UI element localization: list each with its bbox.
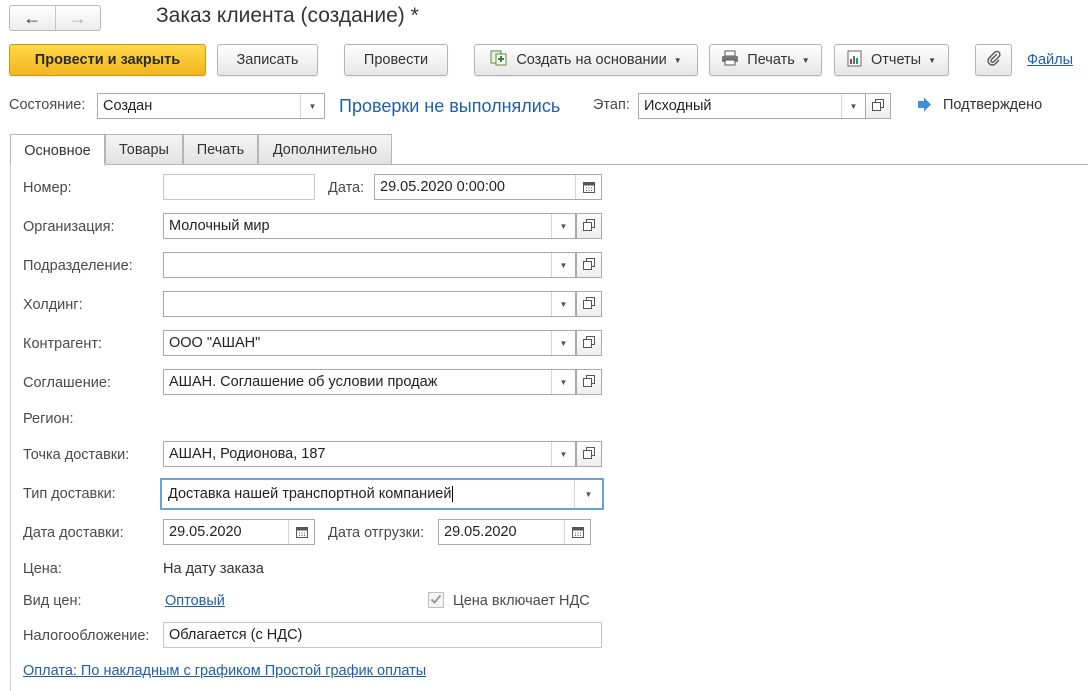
nav-buttons: ← → (9, 5, 101, 31)
number-label: Номер: (23, 180, 72, 196)
department-label: Подразделение: (23, 258, 133, 274)
dropdown-icon[interactable]: ▼ (574, 480, 602, 508)
number-input[interactable] (163, 174, 315, 200)
delivery-point-open-button[interactable] (576, 441, 602, 467)
agreement-label: Соглашение: (23, 375, 111, 391)
taxation-label: Налогообложение: (23, 628, 150, 644)
agreement-open-button[interactable] (576, 369, 602, 395)
partner-open-button[interactable] (576, 330, 602, 356)
tab-additional[interactable]: Дополнительно (258, 134, 392, 165)
create-based-on-button[interactable]: Создать на основании ▼ (474, 44, 698, 76)
price-label: Цена: (23, 561, 62, 577)
date-label: Дата: (328, 180, 365, 196)
price-type-label: Вид цен: (23, 593, 82, 609)
state-label: Состояние: (9, 97, 86, 113)
open-icon (583, 374, 595, 390)
holding-open-button[interactable] (576, 291, 602, 317)
department-select[interactable]: ▼ (163, 252, 576, 278)
arrow-left-icon: ← (23, 7, 42, 28)
open-icon (583, 218, 595, 234)
tab-main[interactable]: Основное (10, 134, 105, 166)
vat-included-checkbox[interactable] (428, 592, 444, 608)
open-icon (583, 257, 595, 273)
open-icon (872, 98, 884, 114)
dropdown-icon[interactable]: ▼ (841, 94, 865, 118)
shipment-date-label: Дата отгрузки: (328, 525, 425, 541)
payment-link[interactable]: Оплата: По накладным с графиком Простой … (23, 663, 426, 679)
arrow-right-blue-icon (917, 97, 932, 115)
checks-status-text: Проверки не выполнялись (339, 96, 561, 116)
partner-label: Контрагент: (23, 336, 102, 352)
delivery-type-label: Тип доставки: (23, 486, 116, 502)
attach-files-button[interactable] (975, 44, 1012, 76)
tab-print[interactable]: Печать (183, 134, 258, 165)
create-based-icon (490, 50, 508, 70)
window-title: Заказ клиента (создание) * (156, 4, 419, 27)
dropdown-icon[interactable]: ▼ (551, 253, 575, 277)
taxation-field: Облагается (с НДС) (163, 622, 602, 648)
paperclip-icon (986, 50, 1001, 70)
date-input[interactable]: 29.05.2020 0:00:00 (374, 174, 602, 200)
organization-label: Организация: (23, 219, 115, 235)
open-icon (583, 335, 595, 351)
forward-button[interactable]: → (56, 6, 101, 30)
delivery-point-select[interactable]: АШАН, Родионова, 187 ▼ (163, 441, 576, 467)
report-icon (847, 50, 863, 71)
files-link[interactable]: Файлы (1027, 52, 1073, 68)
organization-select[interactable]: Молочный мир ▼ (163, 213, 576, 239)
agreement-select[interactable]: АШАН. Соглашение об условии продаж ▼ (163, 369, 576, 395)
arrow-right-icon: → (68, 7, 87, 28)
dropdown-icon[interactable]: ▼ (551, 331, 575, 355)
delivery-date-input[interactable]: 29.05.2020 (163, 519, 315, 545)
vat-included-label: Цена включает НДС (453, 593, 590, 609)
delivery-type-select[interactable]: Доставка нашей транспортной компанией ▼ (160, 478, 604, 510)
stage-label: Этап: (593, 97, 630, 113)
price-value: На дату заказа (163, 561, 264, 577)
dropdown-icon[interactable]: ▼ (551, 370, 575, 394)
tab-goods[interactable]: Товары (105, 134, 183, 165)
reports-button[interactable]: Отчеты ▼ (834, 44, 949, 76)
delivery-point-label: Точка доставки: (23, 447, 130, 463)
organization-open-button[interactable] (576, 213, 602, 239)
calendar-icon[interactable] (564, 520, 590, 544)
stage-select[interactable]: Исходный ▼ (638, 93, 866, 119)
post-and-close-button[interactable]: Провести и закрыть (9, 44, 206, 76)
dropdown-icon[interactable]: ▼ (300, 94, 324, 118)
calendar-icon[interactable] (575, 175, 601, 199)
printer-icon (721, 50, 739, 70)
region-label: Регион: (23, 411, 74, 427)
holding-label: Холдинг: (23, 297, 83, 313)
open-icon (583, 446, 595, 462)
dropdown-icon[interactable]: ▼ (551, 442, 575, 466)
state-select[interactable]: Создан ▼ (97, 93, 325, 119)
dropdown-icon[interactable]: ▼ (551, 292, 575, 316)
open-icon (583, 296, 595, 312)
back-button[interactable]: ← (10, 6, 55, 30)
post-button[interactable]: Провести (344, 44, 448, 76)
tab-bar: Основное Товары Печать Дополнительно (10, 134, 410, 166)
holding-select[interactable]: ▼ (163, 291, 576, 317)
shipment-date-input[interactable]: 29.05.2020 (438, 519, 591, 545)
partner-select[interactable]: ООО "АШАН" ▼ (163, 330, 576, 356)
confirmed-link[interactable]: Подтверждено (943, 97, 1042, 113)
department-open-button[interactable] (576, 252, 602, 278)
save-button[interactable]: Записать (217, 44, 318, 76)
dropdown-icon[interactable]: ▼ (551, 214, 575, 238)
calendar-icon[interactable] (288, 520, 314, 544)
checkmark-icon (430, 592, 442, 608)
print-button[interactable]: Печать ▼ (709, 44, 822, 76)
price-type-link[interactable]: Оптовый (165, 593, 225, 609)
delivery-date-label: Дата доставки: (23, 525, 124, 541)
stage-open-button[interactable] (865, 93, 891, 119)
